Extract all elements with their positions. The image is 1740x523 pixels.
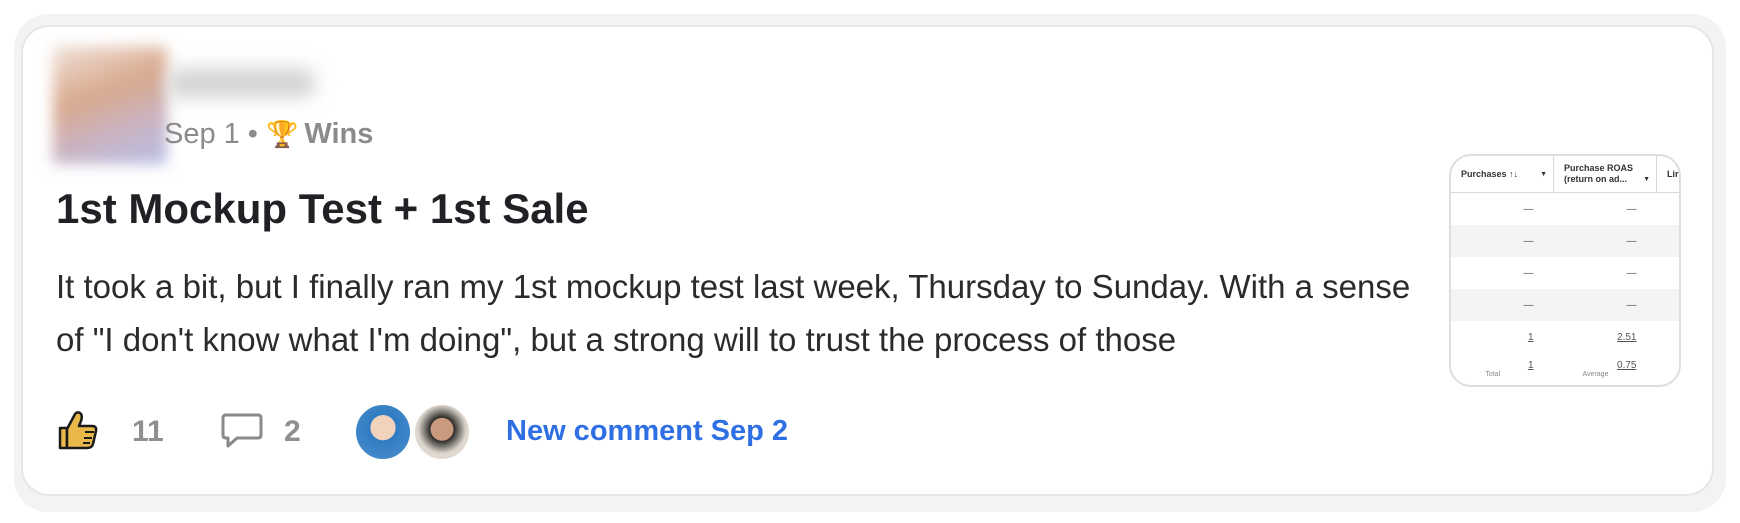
meta-separator: • (247, 118, 258, 150)
category-link[interactable]: Wins (304, 118, 373, 151)
table-header: Purchases ↑↓ ▼ (1451, 156, 1554, 193)
like-count: 11 (132, 415, 164, 448)
commenter-avatar[interactable] (413, 403, 471, 461)
thumbs-up-icon[interactable] (56, 408, 100, 452)
post-thumbnail[interactable]: Purchases ↑↓ ▼ Purchase ROAS (return on a… (1449, 154, 1681, 387)
table-header: Purchase ROAS (return on ad... ▼ (1553, 156, 1657, 193)
author-avatar[interactable] (53, 46, 167, 164)
table-row: 1 2.51 (1527, 331, 1637, 343)
table-header: Lir (1656, 156, 1679, 193)
table-row: — — (1451, 225, 1679, 257)
post-title[interactable]: 1st Mockup Test + 1st Sale (56, 185, 589, 233)
trophy-icon: 🏆 (265, 119, 299, 149)
post-date: Sep 1 (164, 118, 240, 150)
table-row: — — (1451, 289, 1679, 321)
author-name[interactable] (166, 68, 316, 98)
table-total-row: 1 Total 0.75 Average (1485, 360, 1637, 378)
post-meta: Sep 1 • 🏆 Wins (164, 118, 373, 151)
table-row: — — (1523, 267, 1637, 279)
table-row: — — (1523, 203, 1637, 215)
commenter-avatar[interactable] (354, 403, 412, 461)
thumbnail-table: Purchases ↑↓ ▼ Purchase ROAS (return on a… (1451, 156, 1679, 385)
comment-count: 2 (284, 415, 301, 448)
comment-icon[interactable] (221, 411, 263, 451)
post-excerpt[interactable]: It took a bit, but I finally ran my 1st … (56, 260, 1416, 366)
new-comment-link[interactable]: New comment Sep 2 (506, 415, 788, 448)
